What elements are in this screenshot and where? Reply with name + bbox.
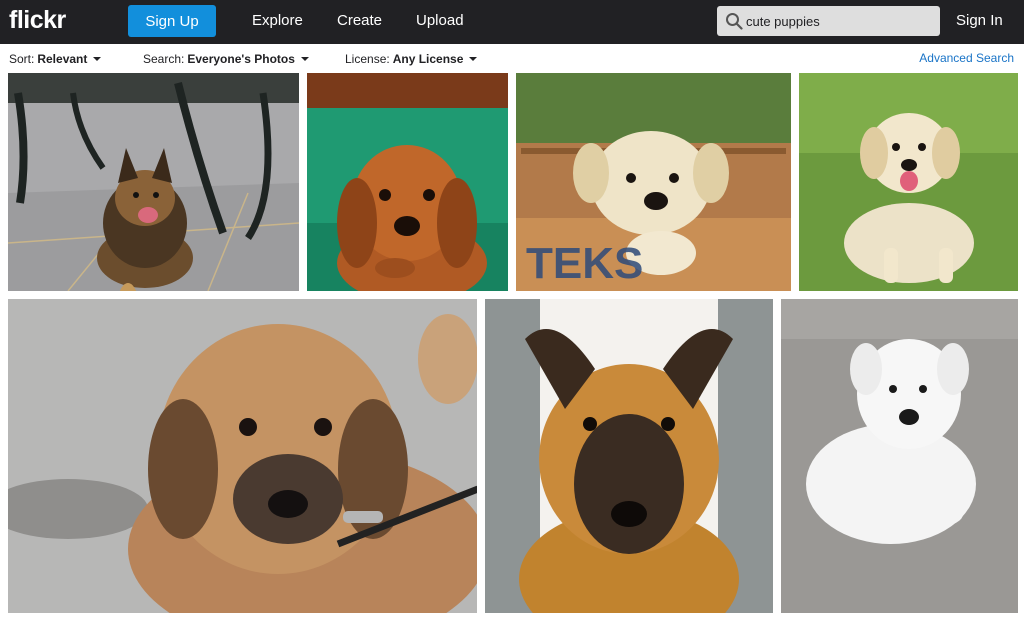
malinois-puppy-image [485, 299, 773, 613]
photo-tile[interactable] [8, 73, 299, 291]
search-scope-value: Everyone's Photos [187, 52, 295, 66]
photo-tile[interactable] [8, 299, 477, 613]
german-shepherd-puppy-image [8, 73, 299, 291]
nav-explore[interactable]: Explore [252, 12, 303, 29]
chevron-down-icon [469, 57, 478, 61]
chevron-down-icon [93, 57, 102, 61]
license-value: Any License [392, 52, 464, 66]
photo-tile[interactable] [781, 299, 1018, 613]
chevron-down-icon [300, 57, 309, 61]
dachshund-puppy-image [307, 73, 508, 291]
photo-tile[interactable]: TEKS [516, 73, 791, 291]
photo-tile[interactable] [799, 73, 1018, 291]
fluffy-brown-puppy-image [8, 299, 477, 613]
white-lab-puppy-image [781, 299, 1018, 613]
license-label: License: [345, 52, 390, 66]
crate-lettering: TEKS [526, 239, 643, 288]
flickr-logo[interactable]: flickr [9, 6, 66, 35]
top-navigation-bar: flickr Sign Up Explore Create Upload Sig… [0, 0, 1024, 44]
advanced-search-link[interactable]: Advanced Search [919, 51, 1014, 65]
search-scope-label: Search: [143, 52, 185, 66]
sort-value: Relevant [37, 52, 88, 66]
lab-puppy-crate-image: TEKS [516, 73, 791, 291]
sign-up-button[interactable]: Sign Up [128, 5, 216, 37]
filter-bar: Sort: Relevant Search: Everyone's Photos L… [0, 44, 1024, 72]
search-scope-dropdown[interactable]: Search: Everyone's Photos [143, 52, 309, 66]
sign-in-link[interactable]: Sign In [956, 12, 1003, 29]
photo-tile[interactable] [485, 299, 773, 613]
golden-puppy-grass-image [799, 73, 1018, 291]
nav-upload[interactable]: Upload [416, 12, 464, 29]
nav-create[interactable]: Create [337, 12, 382, 29]
search-box[interactable] [717, 6, 940, 36]
license-dropdown[interactable]: License: Any License [345, 52, 478, 66]
search-input[interactable] [746, 6, 931, 36]
sort-dropdown[interactable]: Sort: Relevant [9, 52, 102, 66]
search-icon [726, 13, 743, 30]
sort-label: Sort: [9, 52, 35, 66]
photo-tile[interactable] [307, 73, 508, 291]
